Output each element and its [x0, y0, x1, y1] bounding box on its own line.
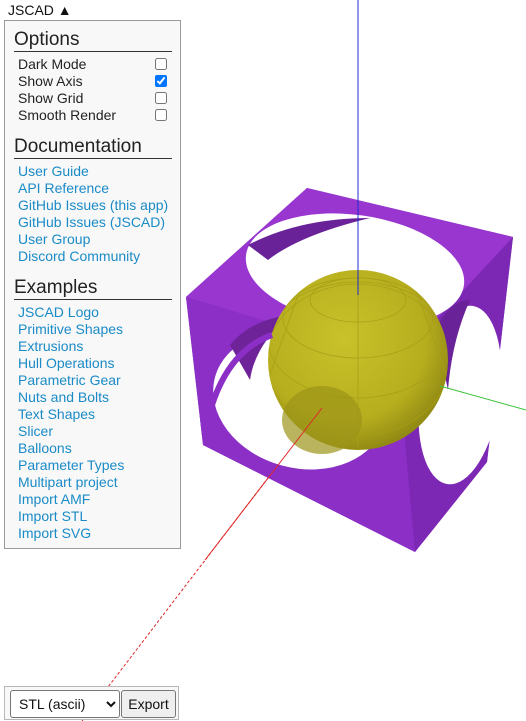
example-link[interactable]: Hull Operations	[14, 355, 172, 372]
option-show-grid[interactable]: Show Grid	[14, 90, 172, 107]
smooth-render-checkbox[interactable]	[155, 109, 167, 121]
examples-section: Examples JSCAD Logo Primitive Shapes Ext…	[14, 277, 172, 542]
menu-toggle[interactable]: JSCAD ▲	[8, 2, 72, 18]
doc-link-user-group[interactable]: User Group	[14, 231, 172, 248]
example-link[interactable]: Import SVG	[14, 525, 172, 542]
documentation-heading: Documentation	[14, 136, 172, 159]
option-label: Smooth Render	[18, 107, 117, 123]
doc-link-github-issues-jscad[interactable]: GitHub Issues (JSCAD)	[14, 214, 172, 231]
option-show-axis[interactable]: Show Axis	[14, 73, 172, 90]
option-dark-mode[interactable]: Dark Mode	[14, 56, 172, 73]
side-menu: Options Dark Mode Show Axis Show Grid Sm…	[4, 20, 181, 549]
example-link[interactable]: Import AMF	[14, 491, 172, 508]
option-label: Show Axis	[18, 73, 83, 89]
documentation-section: Documentation User Guide API Reference G…	[14, 136, 172, 265]
options-heading: Options	[14, 29, 172, 52]
option-smooth-render[interactable]: Smooth Render	[14, 107, 172, 124]
app-title: JSCAD	[8, 2, 54, 18]
caret-up-icon: ▲	[57, 2, 72, 18]
examples-heading: Examples	[14, 277, 172, 300]
example-link[interactable]: Balloons	[14, 440, 172, 457]
example-link[interactable]: Parametric Gear	[14, 372, 172, 389]
options-section: Options Dark Mode Show Axis Show Grid Sm…	[14, 29, 172, 124]
example-link[interactable]: Nuts and Bolts	[14, 389, 172, 406]
option-label: Show Grid	[18, 90, 84, 106]
doc-link-github-issues-app[interactable]: GitHub Issues (this app)	[14, 197, 172, 214]
show-axis-checkbox[interactable]	[155, 75, 167, 87]
show-grid-checkbox[interactable]	[155, 92, 167, 104]
doc-link-user-guide[interactable]: User Guide	[14, 163, 172, 180]
example-link[interactable]: Text Shapes	[14, 406, 172, 423]
export-format-select[interactable]: STL (ascii)	[10, 690, 120, 718]
example-link[interactable]: JSCAD Logo	[14, 304, 172, 321]
example-link[interactable]: Primitive Shapes	[14, 321, 172, 338]
dark-mode-checkbox[interactable]	[155, 58, 167, 70]
option-label: Dark Mode	[18, 56, 87, 72]
example-link[interactable]: Multipart project	[14, 474, 172, 491]
example-link[interactable]: Import STL	[14, 508, 172, 525]
example-link[interactable]: Extrusions	[14, 338, 172, 355]
doc-link-discord[interactable]: Discord Community	[14, 248, 172, 265]
doc-link-api-reference[interactable]: API Reference	[14, 180, 172, 197]
example-link[interactable]: Parameter Types	[14, 457, 172, 474]
export-bar: STL (ascii) Export	[4, 686, 179, 720]
example-link[interactable]: Slicer	[14, 423, 172, 440]
export-button[interactable]: Export	[121, 690, 176, 718]
